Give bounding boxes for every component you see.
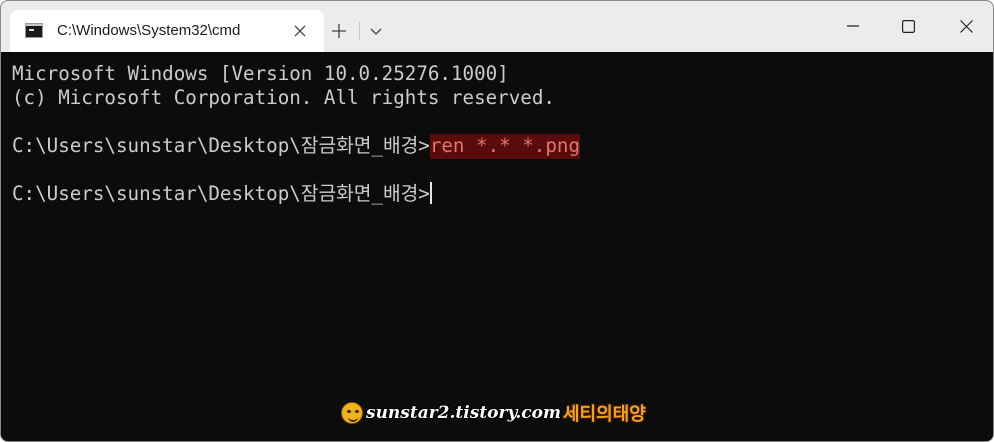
terminal-window: C:\Windows\System32\cmd Microsoft Window…	[0, 0, 994, 442]
watermark-site: sunstar2.tistory.com	[366, 403, 561, 423]
text-cursor	[429, 182, 432, 204]
chevron-down-icon	[370, 28, 382, 35]
new-tab-button[interactable]	[326, 18, 352, 44]
title-bar[interactable]: C:\Windows\System32\cmd	[1, 1, 993, 52]
tab-cmd[interactable]: C:\Windows\System32\cmd	[10, 10, 324, 52]
tab-close-button[interactable]	[290, 21, 310, 41]
prompt: C:\Users\sunstar\Desktop\잠금화면_배경>	[12, 182, 430, 205]
command-text: ren *.* *.png	[429, 134, 581, 159]
cmd-icon	[25, 23, 43, 38]
output-line: (c) Microsoft Corporation. All rights re…	[12, 86, 555, 109]
input-line[interactable]: C:\Users\sunstar\Desktop\잠금화면_배경>	[12, 182, 993, 206]
smiley-icon	[341, 402, 363, 424]
watermark-name: 세티의태양	[563, 404, 646, 425]
close-icon	[294, 25, 306, 37]
prompt: C:\Users\sunstar\Desktop\잠금화면_배경>	[12, 134, 430, 157]
terminal-output[interactable]: Microsoft Windows [Version 10.0.25276.10…	[1, 52, 993, 441]
close-icon	[959, 19, 973, 33]
maximize-button[interactable]	[883, 1, 933, 51]
minimize-button[interactable]	[828, 1, 878, 51]
tab-separator	[359, 22, 360, 40]
tab-dropdown-button[interactable]	[365, 20, 387, 44]
tab-title: C:\Windows\System32\cmd	[57, 22, 241, 39]
maximize-icon	[901, 19, 915, 33]
close-window-button[interactable]	[941, 1, 991, 51]
watermark: sunstar2.tistory.com 세티의태양	[341, 401, 646, 425]
command-line: C:\Users\sunstar\Desktop\잠금화면_배경>ren *.*…	[12, 134, 993, 159]
minimize-icon	[847, 25, 859, 27]
plus-icon	[332, 24, 346, 38]
output-line: Microsoft Windows [Version 10.0.25276.10…	[12, 62, 509, 85]
